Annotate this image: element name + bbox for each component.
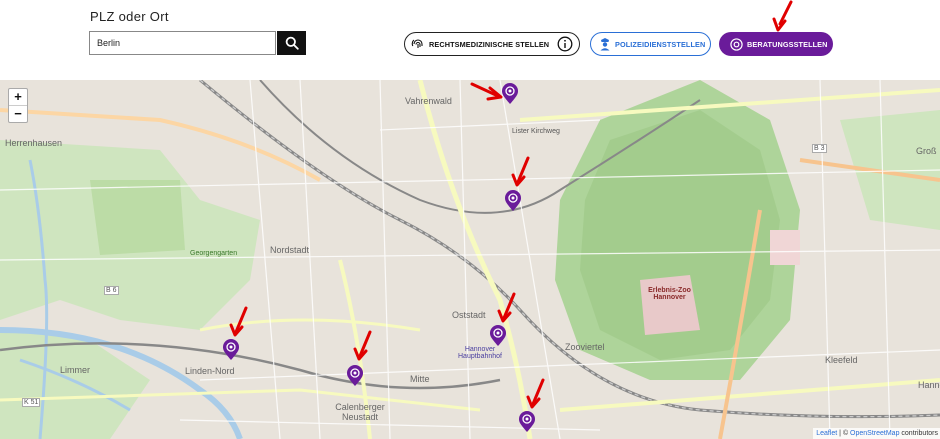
zoom-in-button[interactable]: + bbox=[9, 89, 27, 105]
attribution-contributors: contributors bbox=[899, 430, 938, 437]
annotation-arrow-icon bbox=[353, 330, 372, 361]
police-officer-icon bbox=[600, 38, 610, 51]
annotation-arrow-icon bbox=[497, 292, 516, 323]
filter-beratungsstellen-button[interactable]: BERATUNGSSTELLEN bbox=[719, 32, 833, 56]
map-tiles bbox=[0, 80, 940, 439]
filter-rechtsmedizin-label: RECHTSMEDIZINISCHE STELLEN bbox=[429, 39, 550, 49]
filter-beratung-label: BERATUNGSSTELLEN bbox=[747, 39, 828, 49]
map-label-kleefeld: Kleefeld bbox=[825, 355, 858, 365]
filter-rechtsmedizinische-stellen-button[interactable]: RECHTSMEDIZINISCHE STELLEN bbox=[404, 32, 580, 56]
map-label-georgengarten: Georgengarten bbox=[190, 250, 238, 257]
beratungsstelle-marker-4[interactable] bbox=[222, 339, 240, 361]
map-label-limmer: Limmer bbox=[60, 365, 91, 375]
zoom-control: + − bbox=[8, 88, 28, 123]
map-label-hannover-edge: Hanno bbox=[918, 380, 940, 390]
search-icon bbox=[285, 36, 299, 50]
search-button[interactable] bbox=[277, 31, 306, 55]
annotation-arrow-icon bbox=[772, 0, 793, 32]
beratungsstelle-marker-5[interactable] bbox=[346, 365, 364, 387]
map-label-vahrenwald: Vahrenwald bbox=[405, 96, 452, 106]
annotation-arrow-icon bbox=[229, 306, 248, 337]
map-label-zooviertel: Zooviertel bbox=[565, 342, 605, 352]
zoom-out-button[interactable]: − bbox=[9, 105, 27, 122]
annotation-arrow-icon bbox=[511, 156, 530, 187]
map-label-b6: B 6 bbox=[104, 286, 119, 295]
beratungsstelle-marker-2[interactable] bbox=[504, 190, 522, 212]
map-label-zoo: Erlebnis-Zoo Hannover bbox=[648, 287, 691, 301]
leaflet-link[interactable]: Leaflet bbox=[816, 430, 837, 437]
beratungsstelle-marker-6[interactable] bbox=[518, 411, 536, 433]
beratungsstelle-marker-3[interactable] bbox=[489, 325, 507, 347]
map-label-b3: B 3 bbox=[812, 144, 827, 153]
map-label-hauptbahnhof: Hannover Hauptbahnhof bbox=[458, 346, 502, 360]
map-label-oststadt: Oststadt bbox=[452, 310, 486, 320]
fingerprint-icon bbox=[411, 39, 423, 48]
map-label-k51: K 51 bbox=[22, 398, 41, 407]
map-label-nordstadt: Nordstadt bbox=[270, 245, 310, 255]
annotation-arrow-icon bbox=[526, 378, 545, 409]
beratungsstelle-marker-1[interactable] bbox=[501, 83, 519, 105]
map-label-herrenhausen: Herrenhausen bbox=[5, 138, 63, 148]
map-label-mitte: Mitte bbox=[410, 374, 430, 384]
map-attribution: Leaflet | © OpenStreetMap contributors bbox=[813, 428, 940, 439]
filter-polizeidienststellen-button[interactable]: POLIZEIDIENSTSTELLEN bbox=[590, 32, 711, 56]
map-label-linden-nord: Linden-Nord bbox=[185, 366, 235, 376]
filter-polizei-label: POLIZEIDIENSTSTELLEN bbox=[615, 39, 706, 49]
counseling-pin-icon bbox=[730, 37, 743, 51]
map-label-gross-edge: Groß bbox=[916, 146, 937, 156]
search-label: PLZ oder Ort bbox=[90, 9, 169, 24]
openstreetmap-link[interactable]: OpenStreetMap bbox=[850, 430, 899, 437]
attribution-separator: | © bbox=[837, 430, 851, 437]
info-icon[interactable] bbox=[557, 36, 573, 52]
map-label-calenberger-neustadt: Calenberger Neustadt bbox=[335, 402, 385, 422]
map-view[interactable]: Vahrenwald Herrenhausen Nordstadt Oststa… bbox=[0, 80, 940, 439]
location-search-input[interactable] bbox=[89, 31, 276, 55]
map-label-lister-kirchweg: Lister Kirchweg bbox=[512, 128, 560, 135]
